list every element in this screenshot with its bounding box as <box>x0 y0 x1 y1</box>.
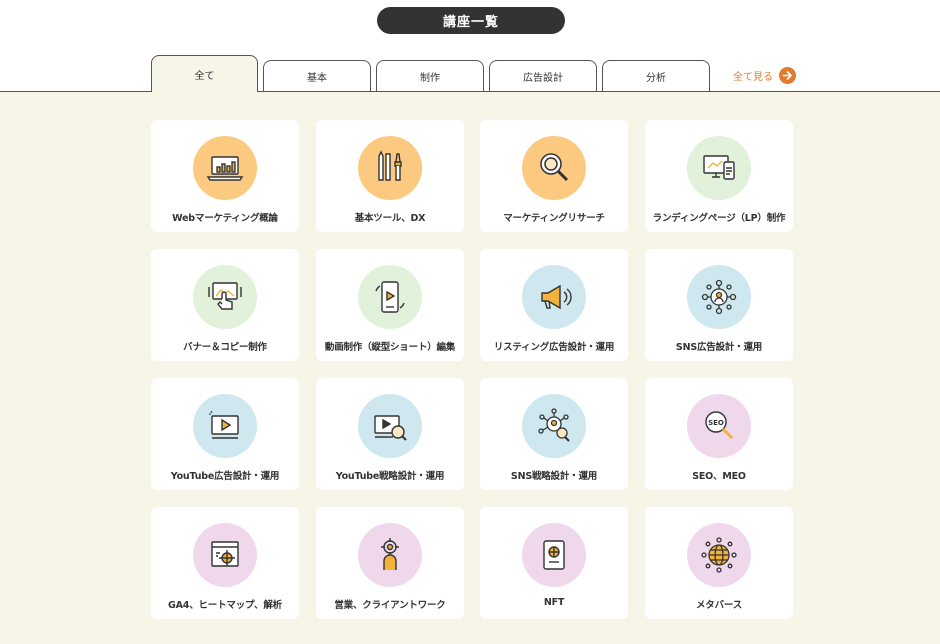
course-label: SNS戦略設計・運用 <box>510 471 598 482</box>
pencil-brush-icon <box>358 136 422 200</box>
svg-text:SEO: SEO <box>708 419 724 427</box>
course-label: YouTube広告設計・運用 <box>170 471 280 482</box>
course-card-youtube-strategy[interactable]: YouTube戦略設計・運用 <box>316 378 464 490</box>
banner-hand-icon <box>193 265 257 329</box>
seo-magnifier-icon: SEO <box>687 394 751 458</box>
person-target-icon <box>358 523 422 587</box>
tab-all[interactable]: 全て <box>151 55 258 92</box>
video-analytics-icon <box>358 394 422 458</box>
tab-basic[interactable]: 基本 <box>263 60 371 92</box>
course-card-metaverse[interactable]: メタバース <box>645 507 793 619</box>
page-title: 講座一覧 <box>377 7 565 34</box>
course-card-banner-copy[interactable]: バナー＆コピー制作 <box>151 249 299 361</box>
arrow-right-icon <box>779 66 796 84</box>
tab-ad-design[interactable]: 広告設計 <box>489 60 597 92</box>
course-card-youtube-ads[interactable]: YouTube広告設計・運用 <box>151 378 299 490</box>
course-label: 基本ツール、DX <box>354 213 426 224</box>
course-card-nft[interactable]: NFT <box>480 507 628 619</box>
course-label: Webマーケティング概論 <box>172 213 278 224</box>
course-card-marketing-research[interactable]: マーケティングリサーチ <box>480 120 628 232</box>
magnifier-icon <box>522 136 586 200</box>
course-card-sales[interactable]: 営業、クライアントワーク <box>316 507 464 619</box>
course-card-sns-strategy[interactable]: SNS戦略設計・運用 <box>480 378 628 490</box>
video-play-icon <box>193 394 257 458</box>
course-label: NFT <box>543 597 565 608</box>
course-label: 営業、クライアントワーク <box>334 600 446 611</box>
megaphone-icon <box>522 265 586 329</box>
tab-analysis[interactable]: 分析 <box>602 60 710 92</box>
course-card-ga4-heatmap[interactable]: GA4、ヒートマップ、解析 <box>151 507 299 619</box>
course-label: ランディングページ（LP）制作 <box>652 213 786 224</box>
heatmap-target-icon <box>193 523 257 587</box>
laptop-chart-icon <box>193 136 257 200</box>
course-card-video-editing[interactable]: 動画制作（縦型ショート）編集 <box>316 249 464 361</box>
network-search-icon <box>522 394 586 458</box>
vertical-video-icon <box>358 265 422 329</box>
course-grid: Webマーケティング概論 基本ツール、DX マーケティングリサーチ ランディング… <box>0 92 940 644</box>
monitor-phone-icon <box>687 136 751 200</box>
course-label: SEO、MEO <box>692 471 746 482</box>
course-label: 動画制作（縦型ショート）編集 <box>324 342 456 353</box>
course-label: リスティング広告設計・運用 <box>493 342 615 353</box>
course-label: バナー＆コピー制作 <box>183 342 267 353</box>
course-label: メタバース <box>695 600 743 611</box>
header-area: 講座一覧 全て 基本 制作 広告設計 分析 全て見る <box>0 0 940 92</box>
passport-icon <box>522 523 586 587</box>
course-card-seo-meo[interactable]: SEO SEO、MEO <box>645 378 793 490</box>
see-all-label: 全て見る <box>733 71 773 83</box>
network-person-icon <box>687 265 751 329</box>
course-label: GA4、ヒートマップ、解析 <box>168 600 282 611</box>
course-card-basic-tools[interactable]: 基本ツール、DX <box>316 120 464 232</box>
tab-production[interactable]: 制作 <box>376 60 484 92</box>
course-label: マーケティングリサーチ <box>503 213 605 224</box>
course-label: SNS広告設計・運用 <box>675 342 763 353</box>
course-card-sns-ads[interactable]: SNS広告設計・運用 <box>645 249 793 361</box>
course-card-landing-page[interactable]: ランディングページ（LP）制作 <box>645 120 793 232</box>
course-label: YouTube戦略設計・運用 <box>335 471 445 482</box>
see-all-link[interactable]: 全て見る <box>733 66 796 84</box>
globe-network-icon <box>687 523 751 587</box>
course-card-web-marketing[interactable]: Webマーケティング概論 <box>151 120 299 232</box>
course-card-listing-ads[interactable]: リスティング広告設計・運用 <box>480 249 628 361</box>
